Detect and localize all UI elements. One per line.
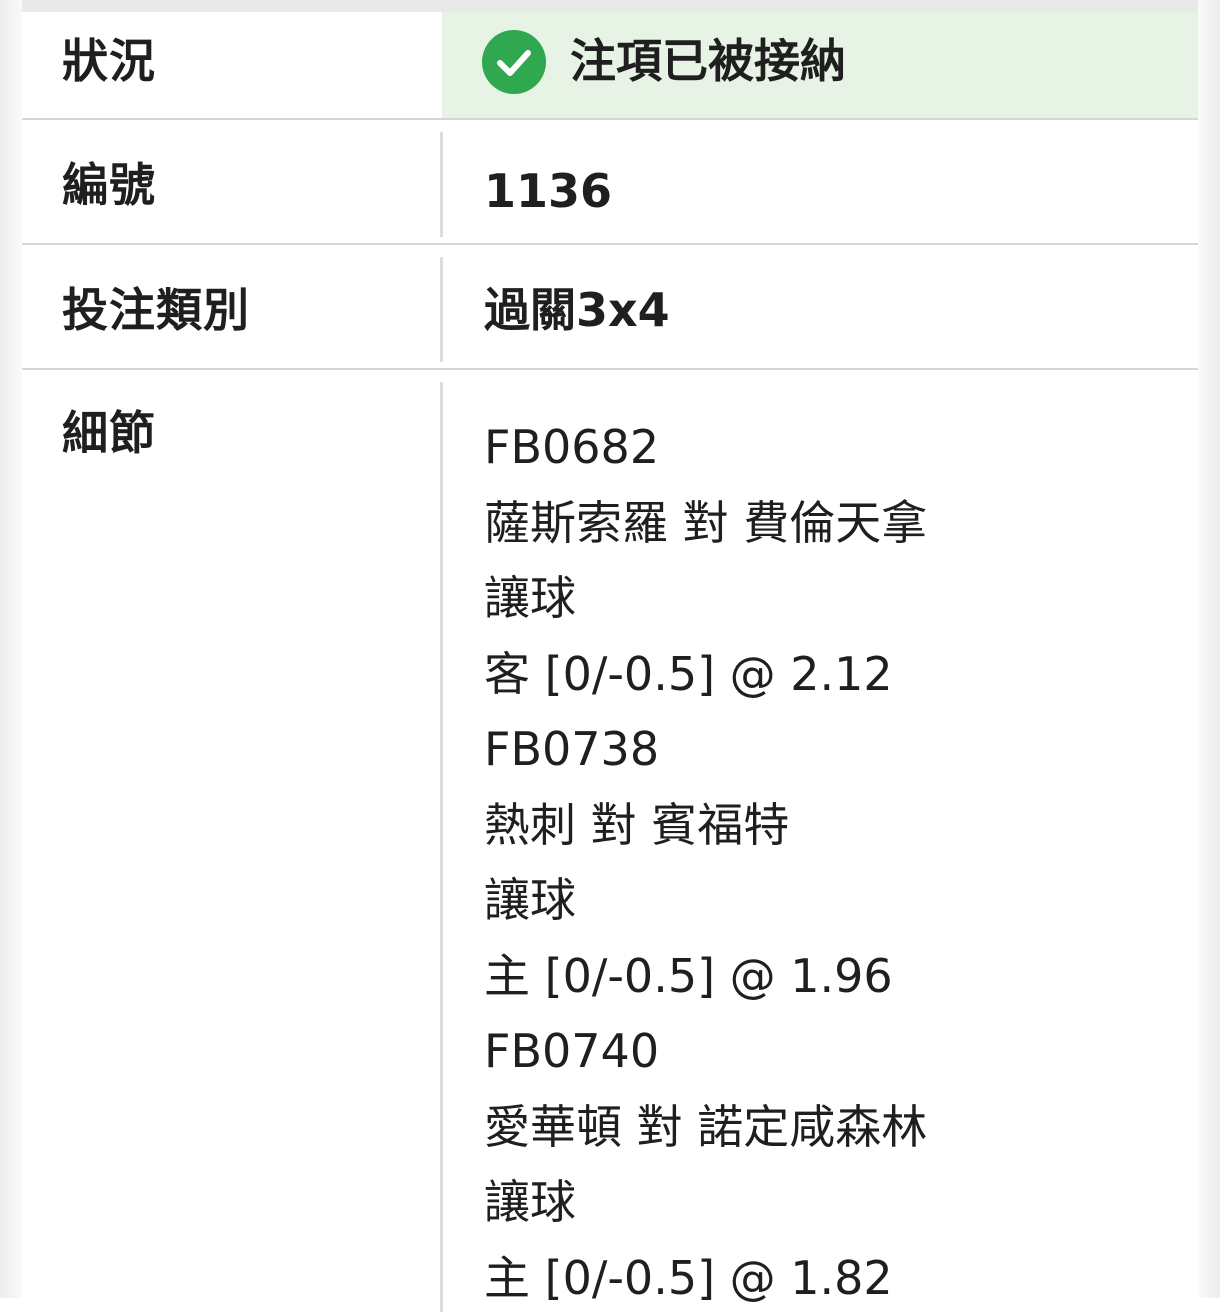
check-circle-icon	[482, 30, 546, 94]
detail-line: 主 [0/-0.5] @ 1.96	[484, 939, 927, 1015]
detail-line: FB0738	[484, 712, 927, 788]
bet-detail-card: 狀況 注項已被接納 編號 1136 投注類別 過關3x4 細節 FB0682 薩…	[22, 12, 1198, 1298]
bet-id-row: 編號 1136	[22, 120, 1198, 245]
right-shadow	[1198, 0, 1220, 1298]
detail-line: FB0740	[484, 1014, 927, 1090]
detail-line: 讓球	[484, 561, 927, 637]
details-list: FB0682 薩斯索羅 對 費倫天拿 讓球 客 [0/-0.5] @ 2.12 …	[484, 410, 927, 1316]
details-row: 細節 FB0682 薩斯索羅 對 費倫天拿 讓球 客 [0/-0.5] @ 2.…	[22, 370, 1198, 1300]
detail-line: 熱刺 對 賓福特	[484, 788, 927, 864]
status-value: 注項已被接納	[570, 38, 846, 84]
bet-id-value: 1136	[484, 168, 612, 214]
column-divider	[440, 257, 443, 362]
bet-type-label: 投注類別	[62, 287, 250, 333]
status-row: 狀況 注項已被接納	[22, 12, 1198, 120]
left-shadow	[0, 0, 22, 1298]
column-divider	[440, 132, 443, 237]
column-divider	[440, 382, 443, 1312]
details-label: 細節	[62, 410, 156, 456]
detail-line: FB0682	[484, 410, 927, 486]
bet-type-value: 過關3x4	[484, 287, 670, 333]
detail-line: 愛華頓 對 諾定咸森林	[484, 1090, 927, 1166]
detail-line: 主 [0/-0.5] @ 1.82	[484, 1241, 927, 1316]
detail-line: 讓球	[484, 1165, 927, 1241]
status-label: 狀況	[62, 38, 156, 84]
detail-line: 客 [0/-0.5] @ 2.12	[484, 637, 927, 713]
bet-id-label: 編號	[62, 162, 156, 208]
bet-type-row: 投注類別 過關3x4	[22, 245, 1198, 370]
status-cell: 注項已被接納	[442, 12, 1198, 118]
detail-line: 薩斯索羅 對 費倫天拿	[484, 486, 927, 562]
top-shadow	[0, 0, 1220, 12]
detail-line: 讓球	[484, 863, 927, 939]
